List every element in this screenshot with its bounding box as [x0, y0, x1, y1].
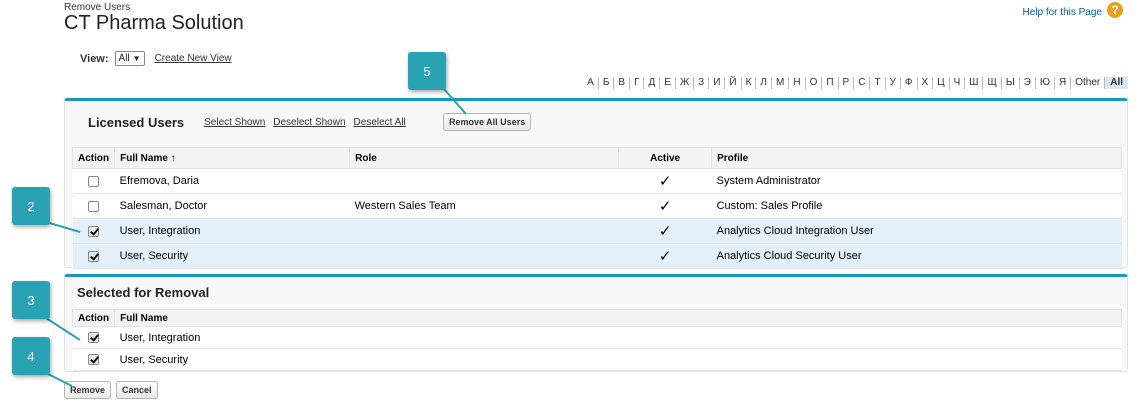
column-header-role[interactable]: Role: [349, 147, 620, 169]
callout-badge-5: 5: [408, 52, 446, 90]
alpha-letter[interactable]: Ж: [674, 77, 693, 89]
licensed-users-table: Action Full Name ↑ Role Active Profile E…: [71, 147, 1122, 269]
row-checkbox[interactable]: [88, 200, 100, 212]
row-profile: Analytics Cloud Integration User: [711, 218, 1122, 244]
alpha-letter[interactable]: Е: [659, 77, 675, 89]
alpha-letter[interactable]: А: [583, 77, 598, 89]
callout-badge-3: 3: [12, 281, 50, 319]
alpha-letter[interactable]: Г: [629, 77, 643, 89]
column-header-action: Action: [71, 309, 116, 327]
alpha-letter[interactable]: С: [853, 77, 869, 89]
callout-badge-4: 4: [12, 337, 50, 375]
alpha-letter[interactable]: Д: [643, 77, 659, 89]
licensed-users-panel: Licensed Users Select Shown Deselect Sho…: [64, 98, 1128, 269]
column-header-full-name[interactable]: Full Name ↑: [114, 147, 351, 169]
alpha-letter[interactable]: Т: [869, 77, 884, 89]
cancel-button[interactable]: Cancel: [116, 381, 158, 399]
view-filter-row: View: All ▼ Create New View: [80, 51, 232, 66]
column-header-profile[interactable]: Profile: [711, 147, 1122, 169]
alpha-letter[interactable]: Я: [1053, 77, 1070, 89]
alpha-letter[interactable]: Ы: [1000, 77, 1019, 89]
active-check-icon: ✓: [658, 173, 672, 190]
row-full-name: User, Security: [114, 243, 350, 269]
alphabet-filter-bar: А Б В Г Д Е Ж З И Й К Л М Н О П Р С Т У …: [583, 77, 1128, 89]
table-header-row: Action Full Name ↑ Role Active Profile: [71, 147, 1122, 169]
licensed-users-header: Licensed Users Select Shown Deselect Sho…: [88, 115, 406, 130]
table-row-selected: User, Integration ✓ Analytics Cloud Inte…: [72, 218, 1122, 244]
row-checkbox-checked[interactable]: [88, 354, 100, 366]
form-actions: Remove Cancel: [64, 381, 158, 399]
alpha-letter[interactable]: Х: [916, 77, 933, 89]
alpha-letter[interactable]: О: [804, 77, 822, 89]
row-role: [349, 218, 619, 244]
help-link[interactable]: Help for this Page: [1023, 7, 1103, 18]
alpha-letter[interactable]: Р: [837, 77, 854, 89]
view-label: View:: [80, 52, 109, 65]
alpha-letter[interactable]: Ш: [964, 77, 982, 89]
view-select-value: All: [118, 53, 130, 64]
licensed-users-title: Licensed Users: [88, 115, 185, 130]
row-checkbox-checked[interactable]: [88, 225, 100, 237]
row-checkbox-checked[interactable]: [88, 250, 100, 262]
active-check-icon: ✓: [658, 198, 672, 215]
alpha-letter[interactable]: Ч: [948, 77, 965, 89]
callout-badge-2: 2: [12, 187, 50, 225]
row-full-name: Salesman, Doctor: [114, 193, 350, 219]
row-role: [349, 168, 619, 194]
alpha-letter[interactable]: Э: [1018, 77, 1035, 89]
alpha-letter[interactable]: В: [613, 77, 629, 89]
row-profile: Custom: Sales Profile: [711, 193, 1122, 219]
alpha-letter[interactable]: И: [708, 77, 724, 89]
row-profile: System Administrator: [711, 168, 1122, 194]
alpha-letter[interactable]: Ю: [1034, 77, 1054, 89]
alpha-letter[interactable]: П: [821, 77, 837, 89]
select-shown-link[interactable]: Select Shown: [204, 117, 265, 128]
table-row: User, Security: [72, 348, 1122, 371]
column-header-active[interactable]: Active: [618, 147, 713, 169]
table-header-row: Action Full Name: [71, 309, 1122, 327]
row-checkbox-checked[interactable]: [88, 332, 100, 344]
row-role: [349, 243, 619, 269]
alpha-letter[interactable]: Й: [724, 77, 740, 89]
alpha-letter[interactable]: З: [693, 77, 708, 89]
alpha-letter[interactable]: Ц: [932, 77, 948, 89]
remove-button[interactable]: Remove: [64, 381, 112, 399]
view-select[interactable]: All ▼: [114, 51, 145, 66]
row-role: Western Sales Team: [349, 193, 619, 219]
alpha-letter[interactable]: К: [740, 77, 756, 89]
row-full-name: Efremova, Daria: [114, 168, 350, 194]
table-row-selected: User, Security ✓ Analytics Cloud Securit…: [72, 243, 1122, 269]
page-title: CT Pharma Solution: [64, 12, 244, 34]
help-icon[interactable]: ?: [1107, 2, 1123, 18]
row-profile: Analytics Cloud Security User: [711, 243, 1122, 269]
dropdown-arrow-icon: ▼: [132, 54, 141, 63]
table-row: Salesman, Doctor Western Sales Team ✓ Cu…: [72, 193, 1122, 219]
row-full-name: User, Security: [114, 348, 1122, 371]
alpha-letter[interactable]: М: [770, 77, 788, 89]
column-header-action: Action: [71, 147, 116, 169]
alpha-letter[interactable]: Ф: [899, 77, 917, 89]
table-row: Efremova, Daria ✓ System Administrator: [72, 168, 1122, 194]
alpha-letter[interactable]: У: [884, 77, 900, 89]
create-new-view-link[interactable]: Create New View: [155, 53, 232, 64]
active-check-icon: ✓: [658, 223, 672, 240]
deselect-shown-link[interactable]: Deselect Shown: [273, 117, 345, 128]
remove-all-users-button[interactable]: Remove All Users: [443, 113, 532, 131]
alpha-letter-all[interactable]: All: [1104, 77, 1128, 89]
active-check-icon: ✓: [658, 248, 672, 265]
alpha-letter[interactable]: Л: [755, 77, 771, 89]
column-header-full-name: Full Name: [114, 309, 1122, 327]
table-row: User, Integration: [72, 326, 1122, 349]
row-full-name: User, Integration: [114, 218, 350, 244]
alpha-letter[interactable]: Н: [788, 77, 804, 89]
row-checkbox[interactable]: [88, 175, 100, 187]
deselect-all-link[interactable]: Deselect All: [354, 117, 406, 128]
selected-for-removal-title: Selected for Removal: [77, 285, 210, 300]
alpha-letter-other[interactable]: Other: [1070, 77, 1104, 89]
row-full-name: User, Integration: [114, 326, 1122, 349]
alpha-letter[interactable]: Б: [597, 77, 614, 89]
selected-for-removal-table: Action Full Name User, Integration User,…: [71, 309, 1122, 371]
alpha-letter[interactable]: Щ: [982, 77, 1000, 89]
selected-for-removal-panel: Selected for Removal Action Full Name Us…: [64, 274, 1128, 372]
